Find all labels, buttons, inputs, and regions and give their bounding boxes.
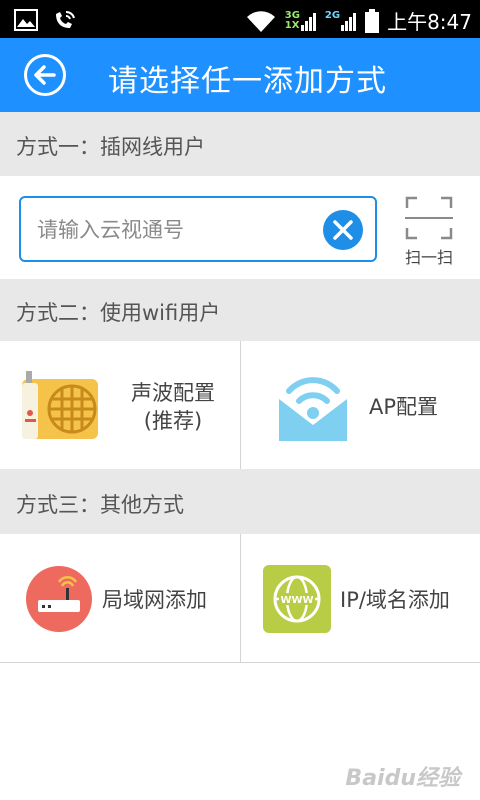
clear-button[interactable] — [323, 210, 363, 250]
image-icon — [14, 9, 38, 31]
ip-domain-add-label: IP/域名添加 — [340, 588, 450, 612]
scan-icon — [405, 196, 453, 240]
www-globe-icon: WWW — [263, 565, 331, 633]
clock: 上午8:47 — [387, 10, 472, 34]
sound-wave-config-label: 声波配置 (推荐) — [118, 379, 228, 435]
section-title-1: 方式一：插网线用户 — [16, 135, 205, 159]
ip-domain-add-option[interactable]: WWW IP/域名添加 — [241, 534, 480, 662]
wifi-icon — [246, 10, 275, 32]
sound-wave-config-line1: 声波配置 — [131, 381, 215, 405]
close-icon — [333, 220, 353, 240]
router-icon — [26, 566, 92, 632]
sound-wave-config-line2: (推荐) — [143, 409, 203, 433]
divider-vertical-3 — [240, 534, 241, 662]
svg-text:WWW: WWW — [280, 595, 313, 606]
signal-icon — [341, 12, 357, 31]
network-3g-1x: 3G 1X — [284, 9, 317, 31]
net-2g-label: 2G — [324, 9, 341, 21]
battery-icon — [365, 8, 380, 33]
section-header-1: 方式一：插网线用户 — [0, 112, 480, 176]
sound-wave-icon — [22, 371, 98, 439]
lan-add-label: 局域网添加 — [102, 588, 207, 612]
section-title-3: 方式三：其他方式 — [16, 493, 184, 517]
scan-button[interactable]: 扫一扫 — [398, 194, 460, 267]
sound-wave-config-option[interactable]: 声波配置 (推荐) — [0, 341, 240, 469]
scan-label: 扫一扫 — [404, 248, 453, 267]
network-2g: 2G — [324, 9, 357, 31]
net-1x-label: 1X — [284, 19, 300, 31]
device-id-field[interactable] — [19, 196, 377, 262]
divider-bottom — [0, 662, 480, 663]
section-header-2: 方式二：使用wifi用户 — [0, 279, 480, 341]
ap-wifi-envelope-icon — [279, 377, 347, 441]
ap-config-label: AP配置 — [369, 395, 439, 419]
divider-vertical-2 — [240, 341, 241, 469]
net-3g-label: 3G — [284, 9, 300, 21]
device-id-input[interactable] — [35, 210, 319, 250]
signal-icon — [300, 12, 316, 31]
section-header-3: 方式三：其他方式 — [0, 469, 480, 534]
page-title: 请选择任一添加方式 — [108, 64, 387, 99]
phone-wifi-icon — [56, 11, 75, 28]
section-title-2: 方式二：使用wifi用户 — [16, 301, 221, 325]
lan-add-option[interactable]: 局域网添加 — [0, 534, 240, 662]
status-bar: 3G 1X 2G 上午8:47 — [0, 0, 480, 38]
watermark: Baidu经验 — [345, 766, 460, 791]
back-button[interactable] — [24, 54, 66, 96]
title-bar: 请选择任一添加方式 — [0, 38, 480, 112]
ap-config-option[interactable]: AP配置 — [241, 341, 480, 469]
arrow-left-icon — [34, 65, 56, 85]
